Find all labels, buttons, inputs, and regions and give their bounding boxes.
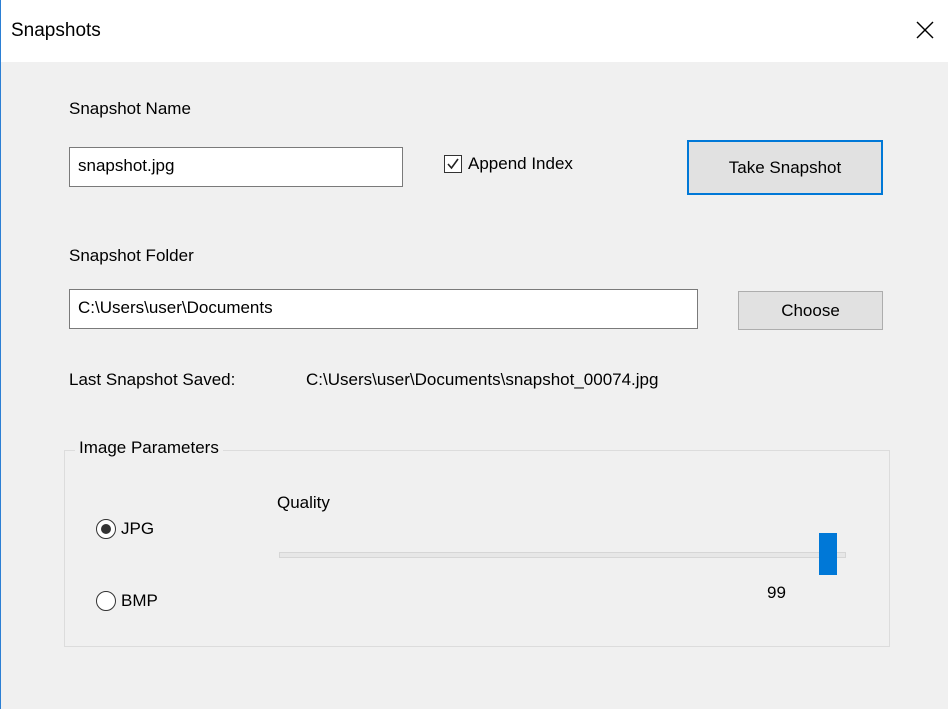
last-saved-label: Last Snapshot Saved: — [69, 370, 236, 389]
close-icon — [916, 21, 934, 39]
snapshot-folder-label: Snapshot Folder — [69, 246, 194, 265]
jpg-radio[interactable] — [96, 519, 116, 539]
append-index-label[interactable]: Append Index — [468, 154, 573, 174]
checkmark-icon — [447, 158, 459, 170]
snapshot-folder-input[interactable]: C:\Users\user\Documents — [69, 289, 698, 329]
close-button[interactable] — [905, 10, 945, 50]
jpg-radio-label[interactable]: JPG — [121, 519, 154, 539]
image-parameters-group — [64, 450, 890, 647]
window-title: Snapshots — [11, 20, 101, 41]
snapshot-name-input[interactable]: snapshot.jpg — [69, 147, 403, 187]
image-parameters-title: Image Parameters — [75, 438, 223, 458]
quality-label: Quality — [277, 493, 330, 512]
choose-folder-button[interactable]: Choose — [738, 291, 883, 330]
last-saved-path: C:\Users\user\Documents\snapshot_00074.j… — [306, 370, 659, 389]
snapshot-name-label: Snapshot Name — [69, 99, 191, 118]
append-index-checkbox[interactable] — [444, 155, 462, 173]
bmp-radio[interactable] — [96, 591, 116, 611]
bmp-radio-label[interactable]: BMP — [121, 591, 158, 611]
quality-value: 99 — [767, 583, 786, 602]
quality-slider-thumb[interactable] — [819, 533, 837, 575]
snapshots-dialog: Snapshots Snapshot Name snapshot.jpg App… — [0, 0, 948, 709]
quality-slider-track[interactable] — [279, 552, 846, 558]
radio-selected-dot — [101, 524, 111, 534]
title-bar: Snapshots — [1, 0, 948, 62]
take-snapshot-button[interactable]: Take Snapshot — [687, 140, 883, 195]
